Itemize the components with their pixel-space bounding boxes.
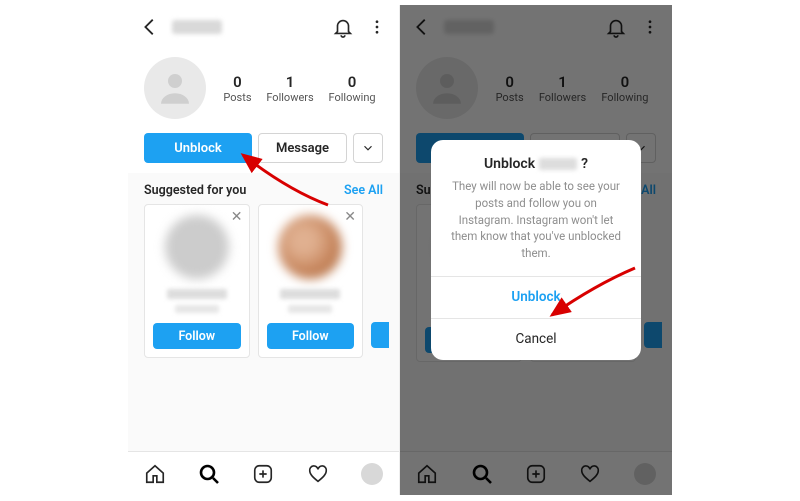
bottom-nav: [128, 451, 399, 495]
stat-value: 0: [223, 73, 251, 91]
avatar-placeholder-icon[interactable]: [144, 57, 206, 119]
action-buttons: Unblock Message: [128, 129, 399, 173]
profile-nav-icon[interactable]: [360, 462, 384, 486]
phone-right: 0 Posts 1 Followers 0 Following Unblock …: [400, 5, 672, 495]
unblock-dialog: Unblock ? They will now be able to see y…: [431, 140, 641, 359]
suggested-sub-redacted: [288, 305, 332, 313]
close-icon[interactable]: ✕: [231, 209, 243, 225]
suggested-card-peek[interactable]: [371, 204, 389, 358]
see-all-link[interactable]: See All: [344, 183, 383, 198]
stat-label: Posts: [223, 91, 251, 104]
more-icon[interactable]: [365, 15, 389, 39]
suggested-name-redacted: [280, 289, 340, 299]
suggested-avatar: [278, 215, 342, 279]
new-post-icon[interactable]: [251, 462, 275, 486]
stat-followers[interactable]: 1 Followers: [266, 73, 313, 104]
follow-button[interactable]: Follow: [153, 323, 241, 349]
suggested-card[interactable]: ✕ Follow: [258, 204, 364, 358]
follow-button[interactable]: Follow: [267, 323, 355, 349]
follow-button-peek[interactable]: [371, 322, 389, 348]
unblock-button[interactable]: Unblock: [144, 133, 252, 163]
search-icon[interactable]: [197, 462, 221, 486]
close-icon[interactable]: ✕: [344, 209, 356, 225]
stat-label: Followers: [266, 91, 313, 104]
suggested-title: Suggested for you: [144, 183, 246, 198]
activity-icon[interactable]: [306, 462, 330, 486]
suggested-avatar: [165, 215, 229, 279]
stat-posts[interactable]: 0 Posts: [223, 73, 251, 104]
dialog-title-prefix: Unblock: [484, 156, 535, 172]
topbar: [128, 5, 399, 49]
modal-overlay[interactable]: Unblock ? They will now be able to see y…: [400, 5, 672, 495]
username-redacted: [172, 20, 222, 34]
stats: 0 Posts 1 Followers 0 Following: [216, 73, 383, 104]
dialog-body: They will now be able to see your posts …: [431, 178, 641, 275]
suggested-card[interactable]: ✕ Follow: [144, 204, 250, 358]
stat-following[interactable]: 0 Following: [329, 73, 376, 104]
bell-icon[interactable]: [331, 15, 355, 39]
suggest-toggle-button[interactable]: [353, 133, 383, 163]
dialog-unblock-button[interactable]: Unblock: [431, 276, 641, 318]
phone-left: 0 Posts 1 Followers 0 Following Unblock …: [128, 5, 400, 495]
dialog-cancel-button[interactable]: Cancel: [431, 318, 641, 360]
stat-value: 0: [329, 73, 376, 91]
suggested-sub-redacted: [175, 305, 219, 313]
stat-value: 1: [266, 73, 313, 91]
message-button[interactable]: Message: [258, 133, 347, 163]
dialog-title: Unblock ?: [431, 140, 641, 178]
screenshots-pair: 0 Posts 1 Followers 0 Following Unblock …: [128, 5, 672, 495]
nav-avatar: [361, 463, 383, 485]
dialog-username-redacted: [539, 158, 577, 170]
suggested-name-redacted: [167, 289, 227, 299]
profile-row: 0 Posts 1 Followers 0 Following: [128, 49, 399, 129]
stat-label: Following: [329, 91, 376, 104]
back-icon[interactable]: [138, 15, 162, 39]
suggested-header: Suggested for you See All: [128, 173, 399, 204]
dialog-title-suffix: ?: [581, 156, 588, 172]
suggested-row: ✕ Follow ✕ Follow: [128, 204, 399, 358]
home-icon[interactable]: [143, 462, 167, 486]
